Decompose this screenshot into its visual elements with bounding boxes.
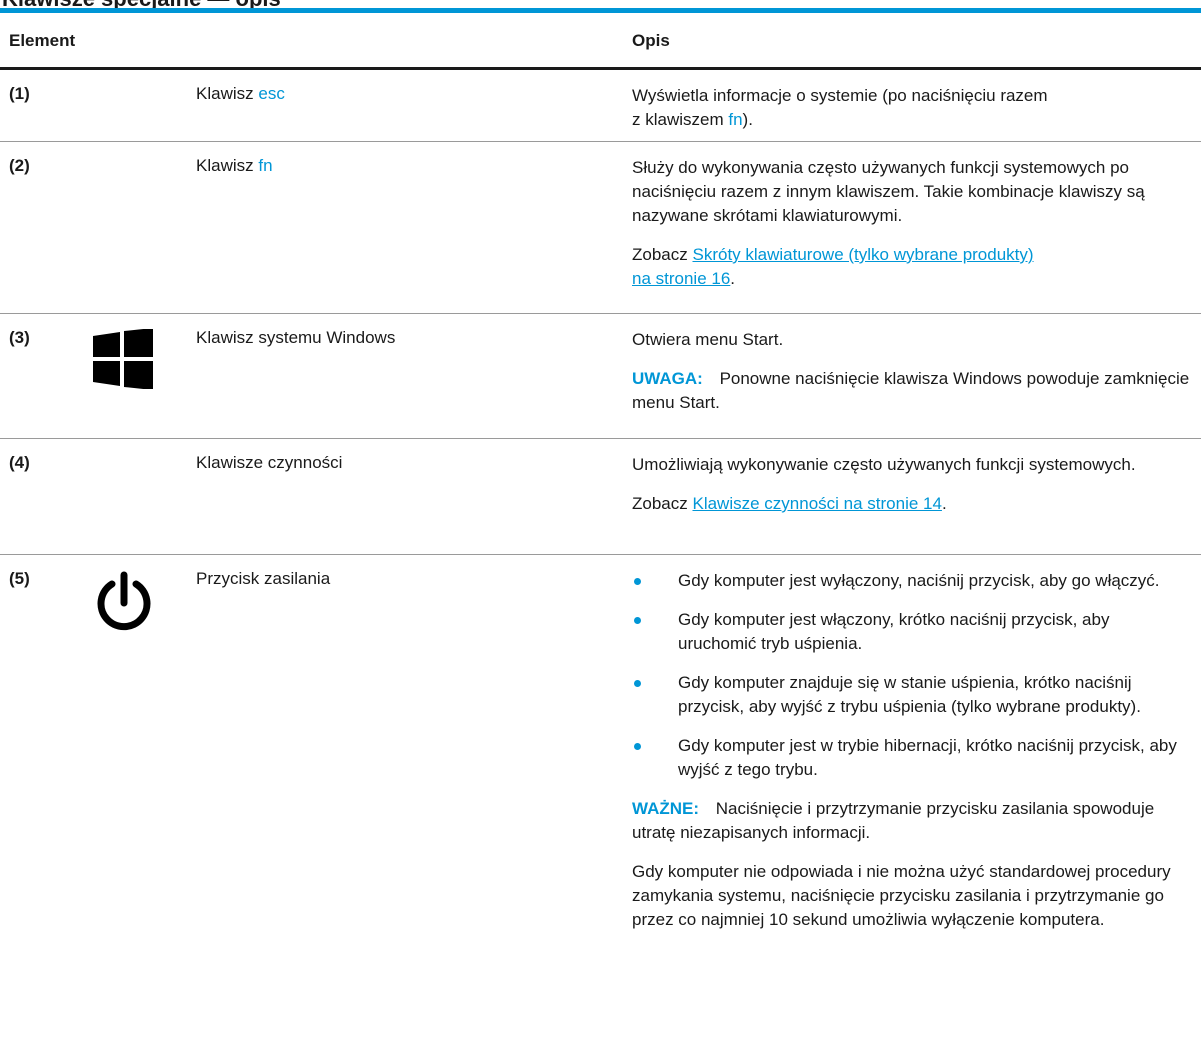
row-number: (2) [9,156,30,175]
link-action-keys[interactable]: Klawisze czynności na stronie 14 [692,494,941,513]
element-name: Klawisz systemu Windows [196,328,396,347]
list-item: Gdy komputer jest włączony, krótko naciś… [632,608,1192,656]
table-row: (2) Klawisz fn Służy do wykonywania częs… [0,142,1201,314]
windows-logo-icon [93,329,153,389]
table-row: (3) Klawisz systemu Windows Otwiera menu… [0,314,1201,439]
bullet-icon [634,578,641,585]
element-name: Klawisz fn [196,156,273,175]
note-label: UWAGA: [632,369,703,388]
element-description: Wyświetla informacje o systemie (po naci… [632,86,1048,129]
row-number: (5) [9,569,30,588]
row-number: (4) [9,453,30,472]
element-description: Otwiera menu Start. UWAGA: Ponowne naciś… [632,330,1190,412]
link-keyboard-shortcuts[interactable]: Skróty klawiaturowe (tylko wybrane produ… [632,245,1034,288]
key-name: esc [258,84,285,103]
key-name: fn [728,110,743,129]
table-row: (1) Klawisz esc Wyświetla informacje o s… [0,70,1201,142]
element-name: Klawisz esc [196,84,285,103]
bullet-icon [634,617,641,624]
element-name: Klawisze czynności [196,453,343,472]
list-item: Gdy komputer jest w trybie hibernacji, k… [632,734,1192,782]
header-element: Element [9,31,76,50]
table-header: Element Opis [0,13,1201,70]
element-description: Umożliwiają wykonywanie często używanych… [632,455,1136,513]
key-name: fn [258,156,273,175]
element-name: Przycisk zasilania [196,569,331,588]
list-item: Gdy komputer znajduje się w stanie uśpie… [632,671,1192,719]
row-number: (3) [9,328,30,347]
element-description: Gdy komputer jest wyłączony, naciśnij pr… [632,569,1192,947]
bullet-icon [634,743,641,750]
bullet-icon [634,680,641,687]
table-row: (5) Przycisk zasilania Gdy komputer jest… [0,555,1201,1059]
element-description: Służy do wykonywania często używanych fu… [632,158,1145,288]
row-number: (1) [9,84,30,103]
header-description: Opis [632,31,670,50]
table-row: (4) Klawisze czynności Umożliwiają wykon… [0,439,1201,555]
important-label: WAŻNE: [632,799,700,818]
power-icon [97,571,151,631]
list-item: Gdy komputer jest wyłączony, naciśnij pr… [632,569,1192,593]
